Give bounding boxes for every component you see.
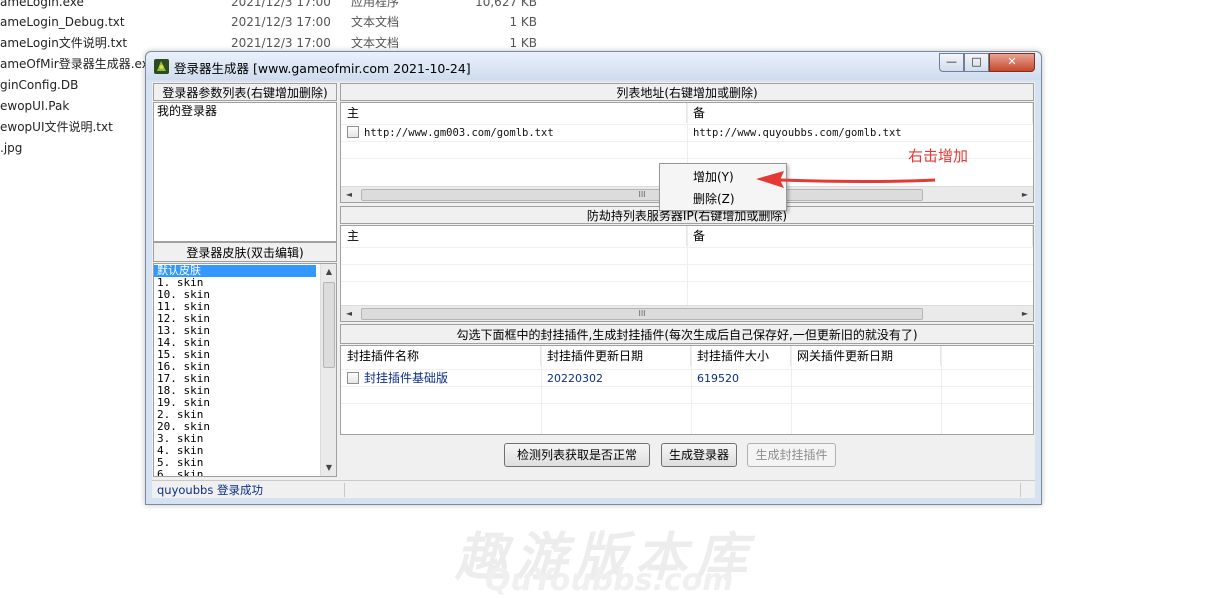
scroll-down-icon[interactable]: ▼ bbox=[321, 460, 336, 476]
explorer-row[interactable]: ameLogin_Debug.txt 2021/12/3 17:00 文本文档 … bbox=[0, 12, 560, 33]
generate-launcher-button[interactable]: 生成登录器 bbox=[661, 443, 737, 467]
file-name: ewopUI.Pak bbox=[0, 99, 70, 113]
anti-hijack-hscroll[interactable]: ◄ III ► bbox=[341, 305, 1033, 321]
scroll-thumb[interactable] bbox=[323, 282, 335, 368]
check-list-button[interactable]: 检测列表获取是否正常 bbox=[504, 443, 650, 467]
params-panel-header: 登录器参数列表(右键增加删除) bbox=[153, 83, 337, 101]
main-url-cell[interactable]: http://www.gm003.com/gomlb.txt bbox=[341, 125, 687, 142]
plugin-name: 封挂插件基础版 bbox=[364, 371, 449, 385]
file-date: 2021/12/3 17:00 bbox=[231, 15, 331, 29]
anti-hijack-grid[interactable]: 主 备 ◄ III ► bbox=[340, 225, 1034, 322]
status-divider bbox=[344, 483, 345, 497]
col-plugin-name[interactable]: 封挂插件名称 bbox=[341, 346, 541, 366]
status-divider bbox=[1020, 483, 1021, 497]
scroll-left-icon[interactable]: ◄ bbox=[341, 187, 357, 202]
title-bar[interactable]: 登录器生成器 [www.gameofmir.com 2021-10-24] — … bbox=[146, 52, 1041, 80]
plugin-date-cell[interactable]: 20220302 bbox=[541, 370, 691, 387]
maximize-button[interactable]: □ bbox=[964, 53, 989, 72]
file-name: .jpg bbox=[0, 141, 23, 155]
col-backup[interactable]: 备 bbox=[687, 226, 1033, 246]
skin-list-scrollbar[interactable]: ▲ ▼ bbox=[320, 264, 336, 476]
status-bar: quyoubbs 登录成功 bbox=[152, 480, 1035, 498]
app-icon bbox=[154, 59, 169, 74]
file-name: ginConfig.DB bbox=[0, 78, 79, 92]
file-type: 文本文档 bbox=[351, 15, 400, 29]
scroll-right-icon[interactable]: ► bbox=[1017, 306, 1033, 321]
file-name: ewopUI文件说明.txt bbox=[0, 120, 113, 134]
plugin-name-cell[interactable]: 封挂插件基础版 bbox=[341, 370, 541, 387]
minimize-button[interactable]: — bbox=[939, 53, 964, 72]
menu-item-delete[interactable]: 删除(Z) bbox=[693, 190, 735, 208]
annotation-arrow-icon bbox=[756, 171, 936, 188]
col-plugin-date[interactable]: 封挂插件更新日期 bbox=[541, 346, 691, 366]
skin-list[interactable]: 默认皮肤 1. skin 10. skin 11. skin 12. skin … bbox=[153, 263, 337, 477]
watermark-en: QuYoubbs.com bbox=[485, 563, 734, 598]
row-checkbox[interactable] bbox=[347, 126, 359, 138]
client-area: 登录器参数列表(右键增加删除) 我的登录器 登录器皮肤(双击编辑) 默认皮肤 1… bbox=[152, 82, 1035, 498]
annotation-text: 右击增加 bbox=[908, 147, 969, 165]
window-title: 登录器生成器 [www.gameofmir.com 2021-10-24] bbox=[174, 61, 471, 76]
skin-panel-header: 登录器皮肤(双击编辑) bbox=[153, 242, 337, 262]
menu-item-add[interactable]: 增加(Y) bbox=[693, 168, 734, 186]
gateway-date-cell[interactable] bbox=[791, 370, 941, 387]
launcher-generator-window: 登录器生成器 [www.gameofmir.com 2021-10-24] — … bbox=[145, 51, 1042, 505]
list-item[interactable]: 我的登录器 bbox=[154, 103, 336, 118]
file-name: ameLogin_Debug.txt bbox=[0, 15, 125, 29]
file-name: ameOfMir登录器生成器.exe bbox=[0, 57, 156, 71]
plugin-panel-header: 勾选下面框中的封挂插件,生成封挂插件(每次生成后自己保存好,一但更新旧的就没有了… bbox=[340, 324, 1034, 344]
scroll-right-icon[interactable]: ► bbox=[1017, 187, 1033, 202]
plugin-size-cell[interactable]: 619520 bbox=[691, 370, 791, 387]
file-size: 1 KB bbox=[509, 15, 537, 29]
main-url: http://www.gm003.com/gomlb.txt bbox=[364, 127, 554, 139]
list-addr-header: 列表地址(右键增加或删除) bbox=[340, 83, 1034, 101]
col-main[interactable]: 主 bbox=[341, 103, 687, 123]
window-controls: — □ ✕ bbox=[939, 53, 1035, 72]
backup-url-cell[interactable]: http://www.quyoubbs.com/gomlb.txt bbox=[687, 125, 1033, 142]
status-text: quyoubbs 登录成功 bbox=[157, 483, 263, 497]
table-row[interactable]: http://www.gm003.com/gomlb.txt http://ww… bbox=[341, 124, 1033, 141]
table-row[interactable] bbox=[341, 386, 1033, 403]
scroll-thumb[interactable]: III bbox=[361, 308, 923, 320]
col-main[interactable]: 主 bbox=[341, 226, 687, 246]
scroll-left-icon[interactable]: ◄ bbox=[341, 306, 357, 321]
params-list[interactable]: 我的登录器 bbox=[153, 102, 337, 242]
table-row[interactable] bbox=[341, 264, 1033, 281]
close-button[interactable]: ✕ bbox=[989, 53, 1035, 72]
plugin-grid[interactable]: 封挂插件名称 封挂插件更新日期 封挂插件大小 网关插件更新日期 封挂插件基础版 … bbox=[340, 345, 1034, 435]
skin-item[interactable]: 6. skin bbox=[154, 469, 336, 477]
table-row[interactable] bbox=[341, 403, 1033, 420]
table-row[interactable]: 封挂插件基础版 20220302 619520 bbox=[341, 369, 1033, 386]
row-checkbox[interactable] bbox=[347, 372, 359, 384]
col-gateway-date[interactable]: 网关插件更新日期 bbox=[791, 346, 941, 366]
table-row[interactable] bbox=[341, 247, 1033, 264]
scroll-up-icon[interactable]: ▲ bbox=[321, 264, 336, 280]
generate-plugin-button[interactable]: 生成封挂插件 bbox=[747, 443, 836, 467]
file-name: ameLogin文件说明.txt bbox=[0, 36, 128, 50]
col-backup[interactable]: 备 bbox=[687, 103, 1033, 123]
col-plugin-size[interactable]: 封挂插件大小 bbox=[691, 346, 791, 366]
table-row[interactable] bbox=[341, 281, 1033, 298]
